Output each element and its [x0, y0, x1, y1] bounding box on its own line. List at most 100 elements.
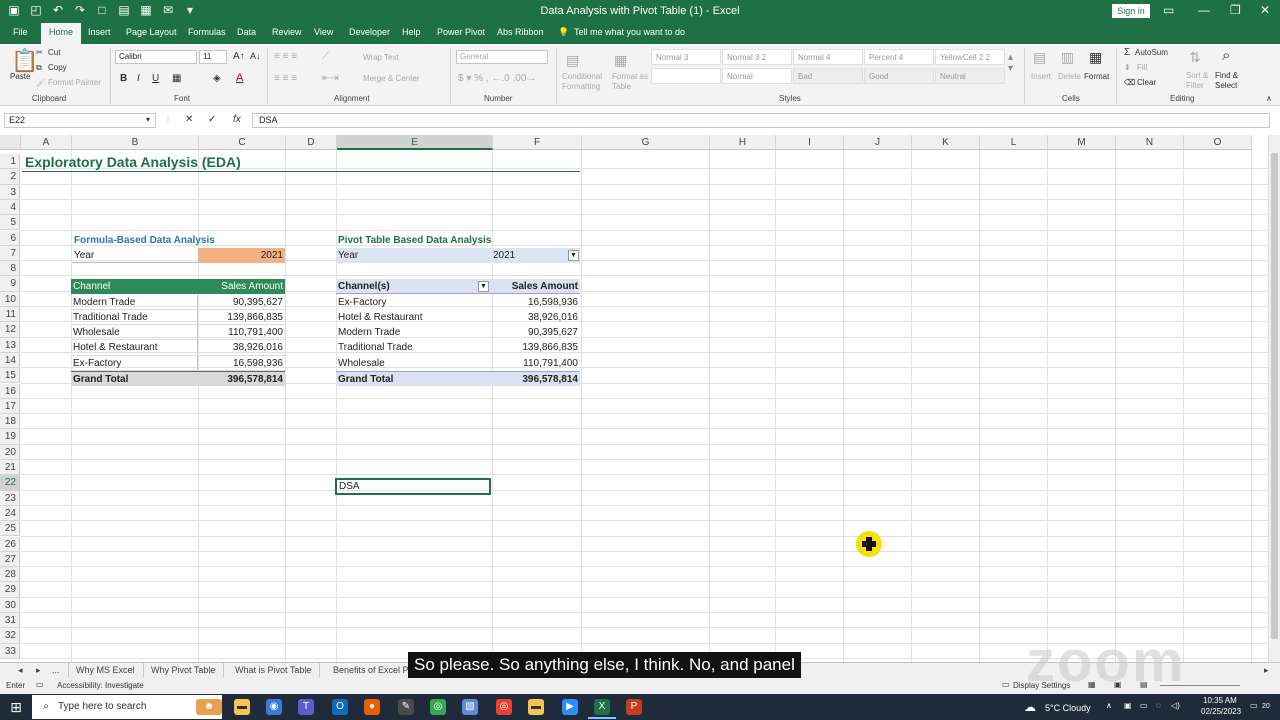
sort-filter-icon[interactable]: ⇅ [1189, 49, 1201, 66]
pivot-row-channel[interactable]: Traditional Trade [336, 340, 491, 355]
italic-icon[interactable]: I [137, 73, 140, 84]
underline-icon[interactable]: U [152, 73, 159, 84]
excel-taskbar-icon[interactable]: X [594, 699, 610, 715]
clear-icon[interactable]: ⌫ [1124, 78, 1135, 87]
style-normal-3[interactable]: Normal 3 [651, 49, 721, 65]
column-header-m[interactable]: M [1048, 135, 1116, 150]
wrap-text-button[interactable]: Wrap Text [363, 53, 399, 62]
row-header-28[interactable]: 28 [0, 567, 20, 583]
column-header-o[interactable]: O [1184, 135, 1252, 150]
notification-icon[interactable]: ▭ [1250, 701, 1258, 710]
windows-start-icon[interactable]: ⊞ [8, 699, 24, 715]
tray-chevron-icon[interactable]: ∧ [1106, 701, 1112, 710]
autosum-button[interactable]: AutoSum [1135, 48, 1168, 57]
column-header-i[interactable]: I [776, 135, 844, 150]
confirm-entry-icon[interactable]: ✓ [208, 114, 216, 125]
tab-home[interactable]: Home [41, 23, 82, 44]
column-header-f[interactable]: F [493, 135, 582, 150]
row-header-13[interactable]: 13 [0, 337, 20, 353]
row-header-31[interactable]: 31 [0, 613, 20, 629]
row-header-1[interactable]: 1 [0, 154, 20, 170]
sign-in-button[interactable]: Sign in [1112, 4, 1150, 18]
sheet-tab-why-ms-excel[interactable]: Why MS Excel [68, 663, 144, 678]
fill-button[interactable]: Fill [1137, 63, 1147, 72]
row-header-7[interactable]: 7 [0, 245, 20, 262]
font-color-icon[interactable]: A [236, 72, 243, 84]
tab-insert[interactable]: Insert [88, 27, 111, 37]
pivot-channel-dropdown-icon[interactable]: ▼ [478, 281, 489, 292]
insert-cells-icon[interactable]: ▤ [1033, 49, 1046, 66]
row-header-5[interactable]: 5 [0, 215, 20, 231]
network-icon[interactable]: ◌ [1156, 701, 1161, 710]
row-header-25[interactable]: 25 [0, 521, 20, 537]
sheet-tab-benefits[interactable]: Benefits of Excel Pi [325, 663, 420, 678]
row-header-18[interactable]: 18 [0, 414, 20, 430]
close-icon[interactable]: ✕ [1260, 3, 1270, 17]
tab-developer[interactable]: Developer [349, 27, 390, 37]
pivot-row-channel[interactable]: Hotel & Restaurant [336, 310, 491, 325]
tell-me-input[interactable]: Tell me what you want to do [574, 27, 685, 37]
row-header-21[interactable]: 21 [0, 460, 20, 476]
name-box-dropdown-icon[interactable]: ▾ [146, 115, 150, 124]
column-header-c[interactable]: C [199, 135, 286, 150]
currency-icon[interactable]: $ ▾ % , ←.0 .00→ [458, 73, 536, 84]
pivot-row-channel[interactable]: Modern Trade [336, 325, 491, 340]
copy-button[interactable]: Copy [48, 63, 67, 72]
column-header-d[interactable]: D [286, 135, 337, 150]
name-box[interactable]: E22 [4, 113, 156, 128]
style-blank[interactable] [651, 68, 721, 84]
tab-formulas[interactable]: Formulas [188, 27, 226, 37]
pivot-row-sales[interactable]: 110,791,400 [491, 356, 580, 371]
copy-icon[interactable]: ⧉ [36, 63, 42, 73]
style-normal[interactable]: Normal [722, 68, 792, 84]
column-header-e[interactable]: E [337, 135, 493, 150]
fill-icon[interactable]: ⬇ [1124, 63, 1131, 72]
row-header-27[interactable]: 27 [0, 551, 20, 568]
active-cell-e22[interactable]: DSA [335, 478, 491, 495]
column-header-h[interactable]: H [710, 135, 776, 150]
style-normal-3-2[interactable]: Normal 3 2 [722, 49, 792, 65]
sheet-tab-why-pivot-table[interactable]: Why Pivot Table [143, 663, 225, 678]
format-cells-icon[interactable]: ▦ [1089, 49, 1102, 66]
row-header-10[interactable]: 10 [0, 291, 20, 307]
orientation-icon[interactable]: ⟋ [322, 51, 329, 62]
minimize-icon[interactable]: — [1198, 3, 1210, 17]
cut-button[interactable]: Cut [48, 48, 60, 57]
row-header-30[interactable]: 30 [0, 597, 20, 613]
row-header-9[interactable]: 9 [0, 276, 20, 292]
delete-cells-button[interactable]: Delete [1058, 72, 1081, 81]
clear-button[interactable]: Clear [1137, 78, 1156, 87]
row-header-17[interactable]: 17 [0, 398, 20, 415]
row-header-12[interactable]: 12 [0, 322, 20, 338]
select-all-corner[interactable] [0, 135, 21, 150]
styles-scroll-icon[interactable]: ▴ ▾ [1008, 52, 1013, 74]
formula-input[interactable]: DSA [252, 113, 1270, 128]
pivot-row-sales[interactable]: 16,598,936 [491, 295, 580, 310]
battery-icon[interactable]: ▭ [1140, 701, 1148, 710]
restore-icon[interactable]: ❐ [1230, 3, 1241, 17]
firefox-icon[interactable]: ● [364, 699, 380, 715]
pivot-filter-icon[interactable]: ▼ [568, 250, 579, 261]
taskbar-search[interactable]: Type here to search [32, 695, 222, 719]
format-as-table-icon[interactable]: ▦ [614, 52, 627, 69]
column-header-j[interactable]: J [844, 135, 912, 150]
tab-help[interactable]: Help [402, 27, 421, 37]
row-header-23[interactable]: 23 [0, 490, 20, 506]
column-header-k[interactable]: K [912, 135, 980, 150]
row-header-22[interactable]: 22 [0, 475, 20, 491]
style-bad[interactable]: Bad [793, 68, 863, 84]
pivot-row-sales[interactable]: 90,395,627 [491, 325, 580, 340]
folder-icon[interactable]: ▬ [528, 699, 544, 715]
format-as-table-button[interactable]: Format as Table [612, 72, 650, 92]
pivot-row-sales[interactable]: 38,926,016 [491, 310, 580, 325]
row-header-14[interactable]: 14 [0, 352, 20, 369]
outlook-icon[interactable]: O [332, 699, 348, 715]
style-yellowcell[interactable]: YellowCell 2 2 [935, 49, 1005, 65]
tab-power-pivot[interactable]: Power Pivot [437, 27, 485, 37]
pivot-row-sales[interactable]: 139,866,835 [491, 340, 580, 355]
ribbon-options-icon[interactable]: ▭ [1163, 3, 1174, 17]
tab-review[interactable]: Review [272, 27, 302, 37]
column-header-b[interactable]: B [72, 135, 199, 150]
chrome-profile-icon[interactable]: ◎ [496, 699, 512, 715]
sheet-tab-more[interactable]: ... [44, 663, 69, 678]
